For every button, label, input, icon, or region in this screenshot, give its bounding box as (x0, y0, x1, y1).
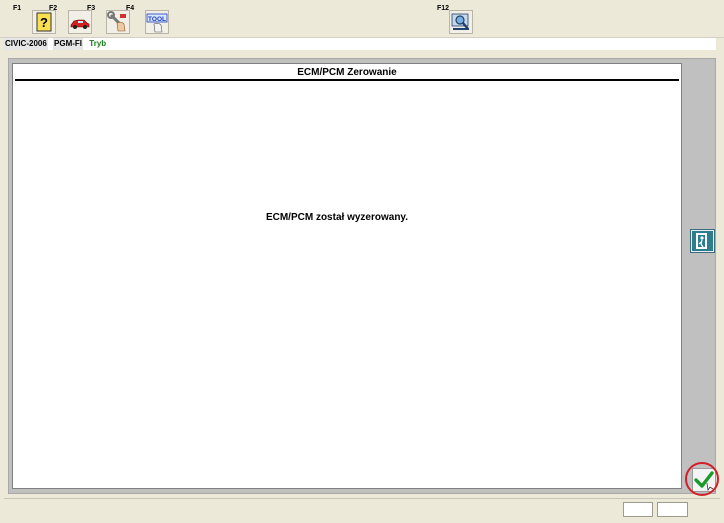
f2-key-label: F2 (49, 5, 58, 12)
exit-door-icon (692, 231, 713, 251)
status-bar (4, 498, 720, 519)
tool-button[interactable]: F4 TOOL (126, 5, 169, 35)
f12-key-label: F12 (437, 5, 450, 12)
status-field-2 (657, 502, 688, 517)
wrench-hand-icon (106, 10, 130, 34)
toolbar: F1 ? F2 F3 F4 TOOL F12 (0, 0, 724, 38)
f1-key-label: F1 (13, 5, 22, 12)
exit-button[interactable] (690, 229, 715, 253)
status-field-1 (623, 502, 653, 517)
status-message: ECM/PCM został wyzerowany. (265, 212, 409, 223)
model-label: CIVIC-2006 (4, 38, 48, 50)
content-panel: ECM/PCM Zerowanie ECM/PCM został wyzerow… (12, 63, 682, 489)
f4-key-label: F4 (126, 5, 135, 12)
svg-text:?: ? (40, 15, 48, 30)
car-icon (68, 10, 92, 34)
magnifier-screen-icon (449, 10, 473, 34)
vehicle-info-bar: CIVIC-2006 PGM-FI Tryb (4, 38, 716, 50)
panel-title: ECM/PCM Zerowanie (297, 67, 397, 78)
title-divider (15, 79, 679, 81)
help-question-icon: ? (32, 10, 56, 34)
system-label: PGM-FI (53, 38, 84, 50)
screen-capture-button[interactable]: F12 (437, 5, 473, 35)
tool-hand-icon: TOOL (145, 10, 169, 34)
tool-icon-text: TOOL (148, 16, 166, 23)
ok-highlight-ring (685, 462, 719, 496)
mode-label: Tryb (89, 39, 107, 48)
f3-key-label: F3 (87, 5, 96, 12)
